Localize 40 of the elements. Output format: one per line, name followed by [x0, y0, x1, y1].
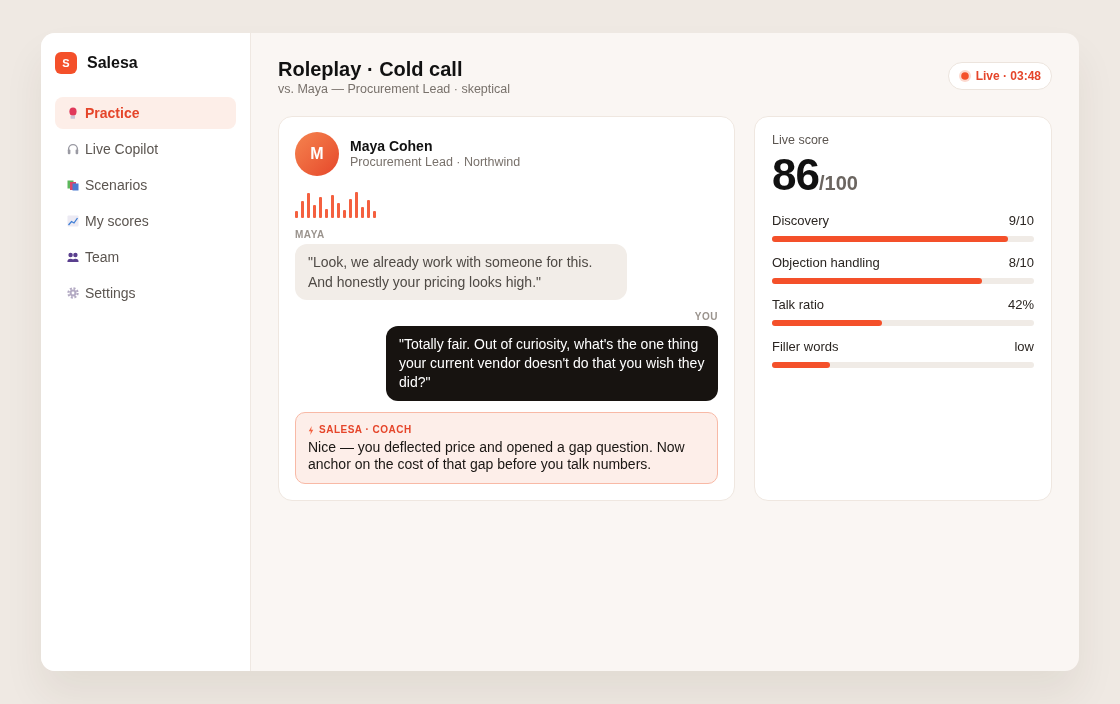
settings-icon — [67, 287, 79, 299]
headphones-icon — [67, 143, 79, 155]
lightning-icon — [308, 425, 314, 435]
live-timer: Live · 03:48 — [975, 68, 1041, 85]
metric-label: Objection handling — [772, 255, 880, 271]
boxing-glove-icon — [67, 107, 79, 119]
app-logo: S — [55, 52, 77, 74]
sidebar-item[interactable]: Settings — [55, 277, 236, 309]
score-title: Live score — [772, 132, 830, 148]
waveform-icon — [295, 192, 376, 218]
metric-label: Discovery — [772, 213, 830, 229]
score-value: 86 — [772, 150, 819, 200]
metric-value: 42% — [1007, 297, 1034, 313]
metric-label: Talk ratio — [772, 297, 825, 313]
sidebar-item[interactable]: Practice — [55, 97, 236, 129]
people-icon — [67, 251, 79, 263]
coach-label: SALESA · COACH — [319, 424, 412, 436]
sidebar-item[interactable]: Scenarios — [55, 169, 236, 201]
metric-value: low — [1014, 339, 1034, 355]
live-dot-icon — [958, 70, 971, 82]
score-max: /100 — [818, 172, 858, 195]
line-chart-icon — [67, 215, 79, 227]
contact-name: Maya Cohen — [350, 138, 434, 155]
sidebar-item[interactable]: Live Copilot — [55, 133, 236, 165]
sender-label: YOU — [694, 311, 718, 323]
page-subtitle: vs. Maya — Procurement Lead · skeptical — [278, 81, 511, 97]
prospect-message: "Look, we already work with someone for this. And honestly your pricing looks high." — [295, 244, 627, 300]
metric-label: Filler words — [772, 339, 839, 355]
app-name: Salesa — [87, 53, 138, 73]
avatar: M — [295, 132, 339, 176]
metric-value: 9/10 — [1008, 213, 1034, 229]
sidebar-item[interactable]: My scores — [55, 205, 236, 237]
page-title: Roleplay · Cold call — [278, 57, 464, 81]
sender-label: MAYA — [295, 229, 325, 241]
books-icon — [67, 179, 79, 191]
sidebar-item[interactable]: Team — [55, 241, 236, 273]
coach-tip: Nice — you deflected price and opened a gap question. Now anchor on the cost of that gap before you talk numbers. — [308, 439, 686, 473]
user-message: "Totally fair. Out of curiosity, what's the one thing your current vendor doesn't do that you wish they did?" — [386, 326, 718, 401]
contact-role: Procurement Lead · Northwind — [350, 155, 521, 170]
metric-value: 8/10 — [1008, 255, 1034, 271]
